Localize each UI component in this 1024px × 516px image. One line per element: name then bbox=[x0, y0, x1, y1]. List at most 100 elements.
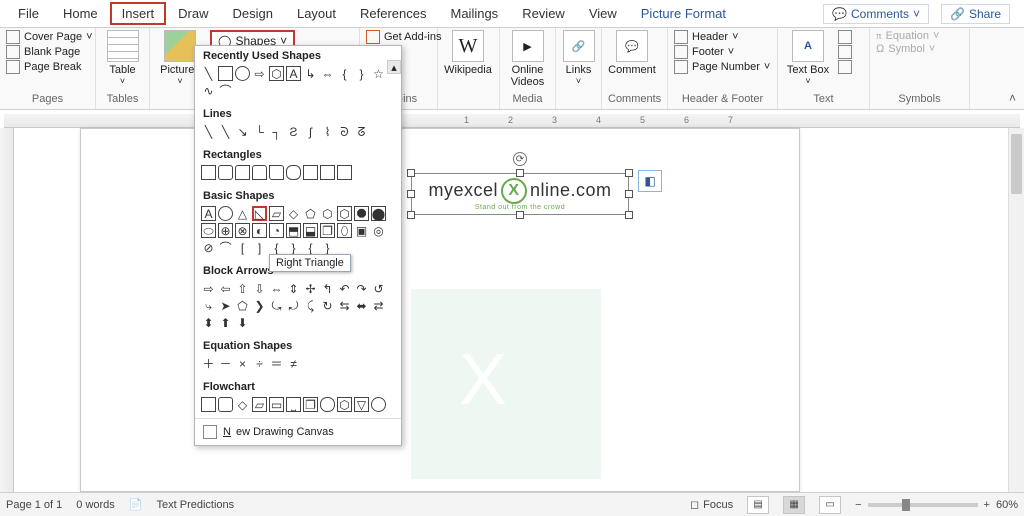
tab-view[interactable]: View bbox=[577, 2, 629, 25]
fc-man[interactable]: ▽ bbox=[354, 397, 369, 412]
arrow-c4[interactable]: ↻ bbox=[320, 298, 335, 313]
shape-b6[interactable]: ⬒ bbox=[286, 223, 301, 238]
shape-star[interactable]: ☆ bbox=[371, 66, 386, 81]
shape-curve3[interactable]: ʃ bbox=[303, 124, 318, 139]
shape-rcurly2[interactable]: } bbox=[320, 240, 335, 255]
tab-insert[interactable]: Insert bbox=[110, 2, 167, 25]
symbol-button[interactable]: Ω Symbol ˅ bbox=[876, 43, 935, 55]
links-button[interactable]: 🔗Links˅ bbox=[562, 30, 595, 86]
table-button[interactable]: Table˅ bbox=[102, 30, 143, 86]
eq-eq[interactable]: ＝ bbox=[269, 356, 284, 371]
shape-arc[interactable]: ⌒ bbox=[218, 83, 233, 98]
shape-cyl[interactable]: ⬯ bbox=[337, 223, 352, 238]
tab-review[interactable]: Review bbox=[510, 2, 577, 25]
status-spellcheck-icon[interactable]: 📄 bbox=[129, 498, 143, 511]
shape-line3[interactable]: ↘ bbox=[235, 124, 250, 139]
eq-neq[interactable]: ≠ bbox=[286, 356, 301, 371]
equation-button[interactable]: π Equation ˅ bbox=[876, 30, 939, 42]
arrow-curve-r[interactable]: ↷ bbox=[354, 281, 369, 296]
shape-textframe[interactable]: A bbox=[201, 206, 216, 221]
zoom-out-button[interactable]: − bbox=[855, 499, 861, 511]
shape-b7[interactable]: ⬓ bbox=[303, 223, 318, 238]
shape-brace-r[interactable]: } bbox=[354, 66, 369, 81]
resize-handle-nw[interactable] bbox=[407, 169, 415, 177]
shape-line1[interactable]: ╲ bbox=[201, 124, 216, 139]
shape-rect6[interactable] bbox=[286, 165, 301, 180]
shape-rect8[interactable] bbox=[320, 165, 335, 180]
shape-curve2[interactable]: Ƨ bbox=[286, 124, 301, 139]
arrow-cal[interactable]: ⤷ bbox=[201, 298, 216, 313]
rotate-handle[interactable]: ⟳ bbox=[513, 152, 527, 166]
tab-layout[interactable]: Layout bbox=[285, 2, 348, 25]
zoom-slider-thumb[interactable] bbox=[902, 499, 910, 511]
shape-lcurly2[interactable]: { bbox=[303, 240, 318, 255]
fc-multi[interactable]: ❐ bbox=[303, 397, 318, 412]
arrow-u[interactable]: ⇧ bbox=[235, 281, 250, 296]
wikipedia-button[interactable]: WWikipedia bbox=[444, 30, 492, 76]
arrow-chev[interactable]: ❯ bbox=[252, 298, 267, 313]
tab-picture-format[interactable]: Picture Format bbox=[629, 2, 738, 25]
fc-conn[interactable] bbox=[371, 397, 386, 412]
shape-connector[interactable]: ↳ bbox=[303, 66, 318, 81]
get-addins-button[interactable]: Get Add-ins bbox=[366, 30, 441, 44]
fc-pred[interactable]: ▭ bbox=[269, 397, 284, 412]
shape-textbox[interactable]: A bbox=[286, 66, 301, 81]
shape-b2[interactable]: ⊕ bbox=[218, 223, 233, 238]
shape-lbrace[interactable]: [ bbox=[235, 240, 250, 255]
resize-handle-se[interactable] bbox=[625, 211, 633, 219]
eq-div[interactable]: ÷ bbox=[252, 356, 267, 371]
ribbon-collapse-icon[interactable]: ˄ bbox=[1009, 91, 1016, 105]
arrow-c3[interactable]: ⤹ bbox=[303, 298, 318, 313]
shape-rect7[interactable] bbox=[303, 165, 318, 180]
tab-mailings[interactable]: Mailings bbox=[439, 2, 511, 25]
shape-diamond[interactable]: ◇ bbox=[286, 206, 301, 221]
status-predictions[interactable]: Text Predictions bbox=[157, 499, 235, 511]
resize-handle-e[interactable] bbox=[625, 190, 633, 198]
quickparts-icon[interactable] bbox=[838, 30, 852, 44]
shape-parallelogram[interactable]: ▱ bbox=[269, 206, 284, 221]
zoom-slider[interactable] bbox=[868, 503, 978, 507]
shape-triangle[interactable]: △ bbox=[235, 206, 250, 221]
shape-rect2[interactable] bbox=[218, 165, 233, 180]
share-button[interactable]: 🔗Share bbox=[941, 4, 1010, 24]
arrow-pent[interactable]: ⬠ bbox=[235, 298, 250, 313]
shape-b1[interactable]: ⬭ bbox=[201, 223, 216, 238]
shape-rbrace[interactable]: ] bbox=[252, 240, 267, 255]
arrow-c7[interactable]: ⇄ bbox=[371, 298, 386, 313]
document-page[interactable]: ⟳ ◧ myexcel X nline.com Stand out from t… bbox=[80, 128, 800, 492]
eq-minus[interactable]: － bbox=[218, 356, 233, 371]
tab-home[interactable]: Home bbox=[51, 2, 110, 25]
zoom-in-button[interactable]: + bbox=[984, 499, 990, 511]
arrow-c2[interactable]: ⤾ bbox=[286, 298, 301, 313]
arrow-c8[interactable]: ⬍ bbox=[201, 315, 216, 330]
focus-button[interactable]: ◻Focus bbox=[690, 498, 733, 511]
shape-rect9[interactable] bbox=[337, 165, 352, 180]
shape-arrow-right[interactable]: ⇨ bbox=[252, 66, 267, 81]
cover-page-button[interactable]: Cover Page ˅ bbox=[6, 30, 93, 44]
status-page[interactable]: Page 1 of 1 bbox=[6, 499, 62, 511]
shape-rect3[interactable] bbox=[235, 165, 250, 180]
shape-hexagon[interactable]: ⬡ bbox=[320, 206, 335, 221]
shape-rect5[interactable] bbox=[269, 165, 284, 180]
shape-scribble2[interactable]: ᘔ bbox=[354, 124, 369, 139]
arrow-c9[interactable]: ⬆ bbox=[218, 315, 233, 330]
shape-pentagon[interactable]: ⬠ bbox=[303, 206, 318, 221]
view-web-icon[interactable]: ▭ bbox=[819, 496, 841, 514]
tab-draw[interactable]: Draw bbox=[166, 2, 220, 25]
fc-dec[interactable]: ◇ bbox=[235, 397, 250, 412]
arrow-uturn[interactable]: ↶ bbox=[337, 281, 352, 296]
fc-data[interactable]: ▱ bbox=[252, 397, 267, 412]
scrollbar-thumb[interactable] bbox=[1011, 134, 1022, 194]
arrow-curve-l[interactable]: ↺ bbox=[371, 281, 386, 296]
shape-oval[interactable] bbox=[235, 66, 250, 81]
tab-design[interactable]: Design bbox=[221, 2, 285, 25]
arrow-bent[interactable]: ↰ bbox=[320, 281, 335, 296]
new-canvas-button[interactable]: New Drawing Canvas bbox=[195, 418, 401, 445]
scroll-up-icon[interactable]: ▴ bbox=[387, 60, 401, 74]
zoom-value[interactable]: 60% bbox=[996, 499, 1018, 511]
shape-right-triangle[interactable]: ◺ bbox=[252, 206, 267, 221]
arrow-notch[interactable]: ➤ bbox=[218, 298, 233, 313]
shape-line2[interactable]: ╲ bbox=[218, 124, 233, 139]
fc-term[interactable] bbox=[320, 397, 335, 412]
shape-oval2[interactable] bbox=[218, 206, 233, 221]
